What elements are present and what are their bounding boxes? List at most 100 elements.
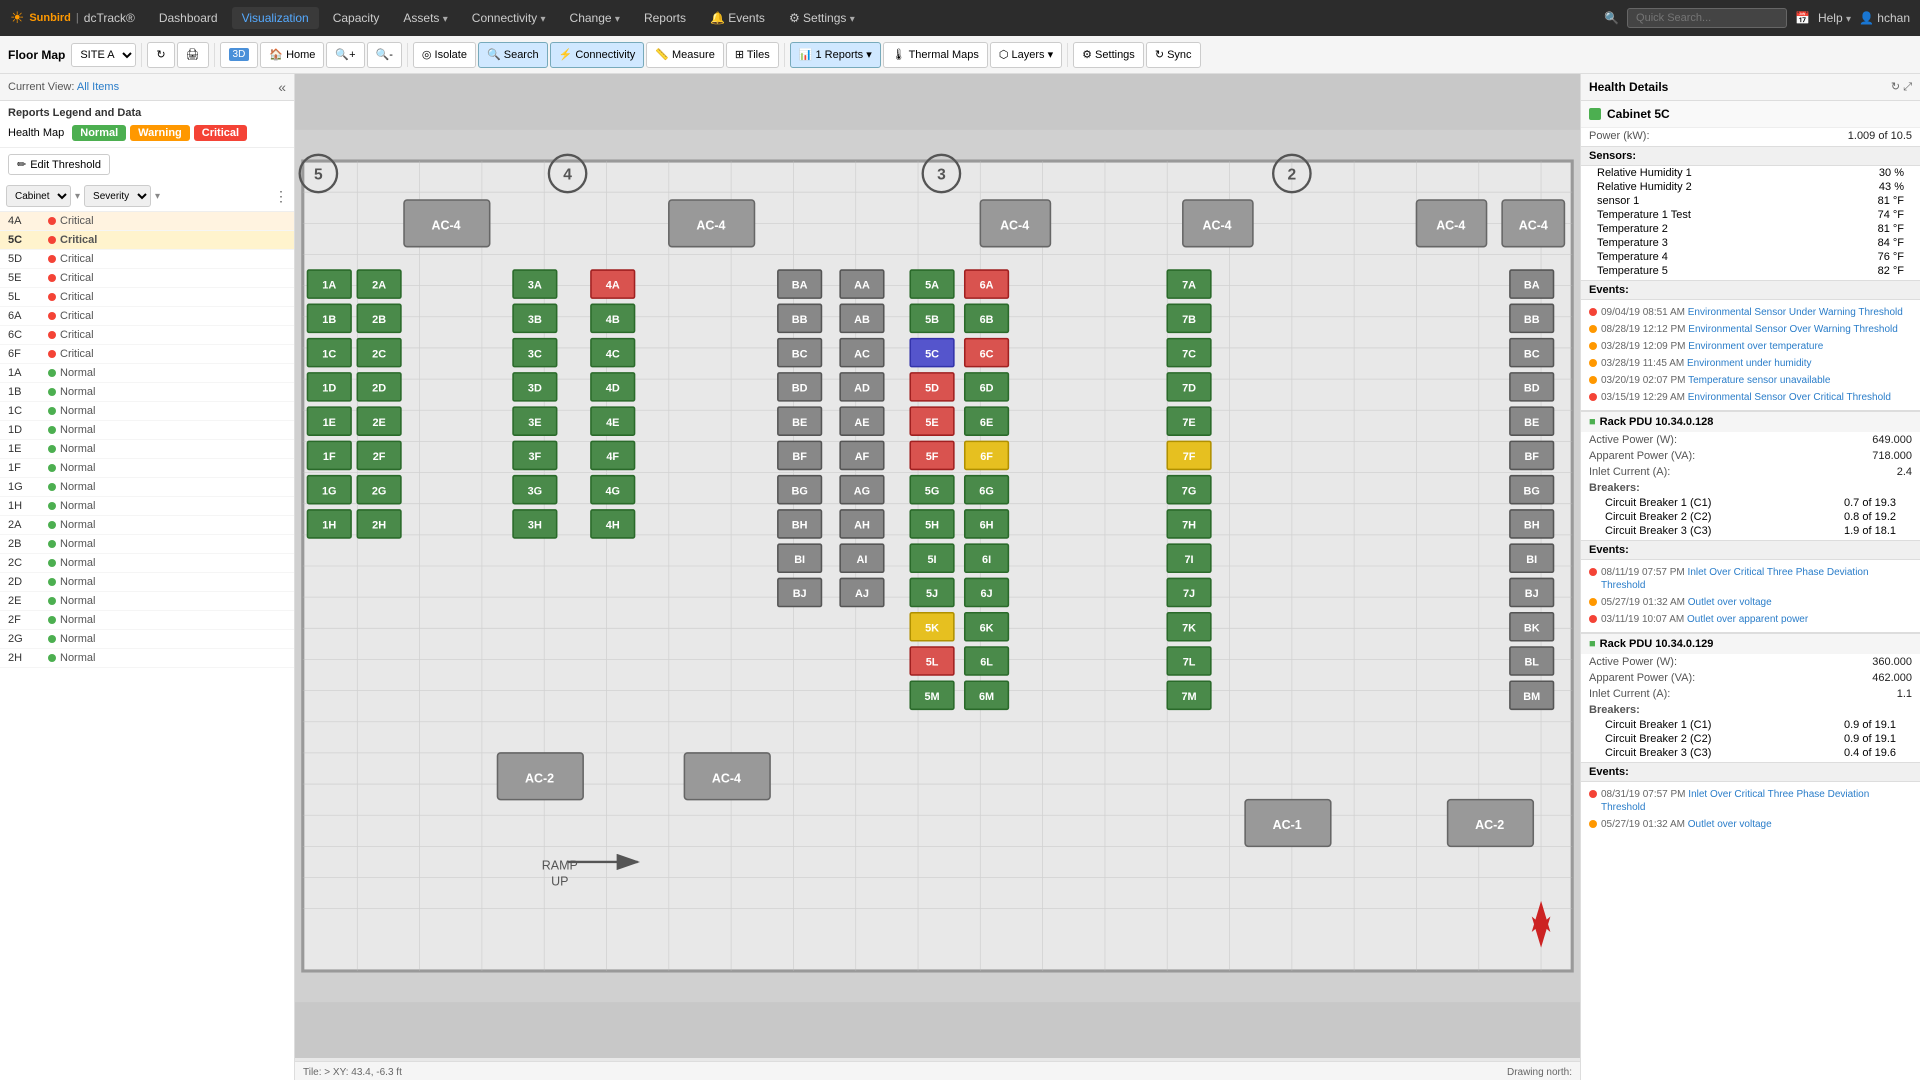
list-item[interactable]: 1D Normal: [0, 421, 294, 440]
nav-connectivity[interactable]: Connectivity ▾: [462, 7, 556, 29]
search-button[interactable]: 🔍 Search: [478, 42, 548, 68]
svg-text:7D: 7D: [1182, 383, 1196, 395]
list-item[interactable]: 5D Critical: [0, 250, 294, 269]
event-link[interactable]: Environmental Sensor Over Warning Thresh…: [1688, 324, 1898, 335]
help-button[interactable]: Help ▾: [1818, 11, 1851, 25]
nav-visualization[interactable]: Visualization: [232, 7, 319, 29]
user-menu[interactable]: 👤 hchan: [1859, 11, 1910, 25]
pdu1-header: ■ Rack PDU 10.34.0.128: [1581, 410, 1920, 432]
apparent-power-value: 718.000: [1872, 450, 1912, 462]
svg-text:6F: 6F: [980, 451, 993, 463]
svg-text:BB: BB: [792, 314, 808, 326]
list-item[interactable]: 5C Critical: [0, 231, 294, 250]
list-item[interactable]: 2D Normal: [0, 573, 294, 592]
list-item[interactable]: 1H Normal: [0, 497, 294, 516]
event-link[interactable]: Outlet over voltage: [1688, 819, 1772, 830]
event-link[interactable]: Environment over temperature: [1688, 341, 1823, 352]
list-item[interactable]: 1F Normal: [0, 459, 294, 478]
svg-text:AI: AI: [857, 554, 868, 566]
list-item[interactable]: 1G Normal: [0, 478, 294, 497]
tiles-button[interactable]: ⊞ Tiles: [726, 42, 779, 68]
list-item[interactable]: 6F Critical: [0, 345, 294, 364]
list-item[interactable]: 5L Critical: [0, 288, 294, 307]
connectivity-button[interactable]: ⚡ Connectivity: [550, 42, 645, 68]
svg-text:BG: BG: [1524, 485, 1540, 497]
measure-button[interactable]: 📏 Measure: [646, 42, 724, 68]
reports-button[interactable]: 📊 1 Reports ▾: [790, 42, 881, 68]
collapse-panel-button[interactable]: «: [278, 79, 286, 95]
app-logo[interactable]: ☀ Sunbird | dcTrack®: [10, 8, 135, 28]
cabinet-filter[interactable]: Cabinet: [6, 185, 71, 207]
list-item[interactable]: 6C Critical: [0, 326, 294, 345]
svg-text:3H: 3H: [528, 520, 542, 532]
drawing-north-label: Drawing north:: [1507, 1067, 1572, 1078]
nav-assets[interactable]: Assets ▾: [393, 7, 457, 29]
list-item[interactable]: 1A Normal: [0, 364, 294, 383]
inlet-current-label: Inlet Current (A):: [1589, 688, 1670, 700]
breaker-value: 1.9 of 18.1: [1844, 525, 1896, 537]
home-button[interactable]: 🏠 Home: [260, 42, 324, 68]
event-link[interactable]: Environmental Sensor Under Warning Thres…: [1688, 307, 1903, 318]
list-item[interactable]: 4A Critical: [0, 212, 294, 231]
layers-button[interactable]: ⬡ Layers ▾: [990, 42, 1062, 68]
calendar-icon[interactable]: 📅: [1795, 11, 1810, 25]
severity-filter[interactable]: Severity: [84, 185, 151, 207]
zoom-in-button[interactable]: 🔍+: [326, 42, 364, 68]
nav-reports[interactable]: Reports: [634, 7, 696, 29]
severity-indicator: [48, 350, 56, 358]
nav-change[interactable]: Change ▾: [560, 7, 630, 29]
event-link[interactable]: Environmental Sensor Over Critical Thres…: [1688, 392, 1891, 403]
list-item[interactable]: 1B Normal: [0, 383, 294, 402]
svg-text:7A: 7A: [1182, 280, 1196, 292]
list-item[interactable]: 2E Normal: [0, 592, 294, 611]
floor-map-svg[interactable]: 5 4 3 2 AC-4 AC-4 AC-4 AC-4 AC-4 AC-4 1A: [295, 74, 1580, 1058]
svg-text:BG: BG: [791, 485, 807, 497]
nav-settings[interactable]: ⚙ Settings ▾: [779, 7, 865, 29]
severity-indicator: [48, 312, 56, 320]
quick-search-input[interactable]: [1627, 8, 1787, 28]
print-button[interactable]: 🖨: [177, 42, 209, 68]
list-item[interactable]: 1C Normal: [0, 402, 294, 421]
nav-dashboard[interactable]: Dashboard: [149, 7, 228, 29]
list-item[interactable]: 2A Normal: [0, 516, 294, 535]
list-item[interactable]: 1E Normal: [0, 440, 294, 459]
event-link[interactable]: Outlet over apparent power: [1687, 614, 1808, 625]
list-item[interactable]: 5E Critical: [0, 269, 294, 288]
svg-text:7K: 7K: [1182, 622, 1196, 634]
svg-text:6I: 6I: [982, 554, 991, 566]
nav-right-area: 🔍 📅 Help ▾ 👤 hchan: [1604, 8, 1910, 28]
svg-text:BI: BI: [1526, 554, 1537, 566]
event-link[interactable]: Outlet over voltage: [1688, 597, 1772, 608]
refresh-button[interactable]: ↻: [147, 42, 174, 68]
current-view-link[interactable]: All Items: [77, 81, 119, 93]
floor-map-area[interactable]: 5 4 3 2 AC-4 AC-4 AC-4 AC-4 AC-4 AC-4 1A: [295, 74, 1580, 1080]
list-item[interactable]: 2C Normal: [0, 554, 294, 573]
list-item[interactable]: 6A Critical: [0, 307, 294, 326]
nav-events[interactable]: 🔔 Events: [700, 7, 775, 29]
isolate-button[interactable]: ◎ Isolate: [413, 42, 476, 68]
site-selector[interactable]: SITE A: [71, 43, 136, 67]
svg-text:6D: 6D: [980, 383, 994, 395]
list-item[interactable]: 2H Normal: [0, 649, 294, 668]
thermal-maps-button[interactable]: 🌡 Thermal Maps: [883, 42, 988, 68]
filter-menu-button[interactable]: ⋮: [274, 188, 288, 205]
3d-button[interactable]: 3D: [220, 42, 259, 68]
power-row: Power (kW): 1.009 of 10.5: [1581, 128, 1920, 144]
right-panel-header: Health Details ↻ ⤢: [1581, 74, 1920, 101]
svg-text:BC: BC: [792, 348, 808, 360]
event-link[interactable]: Temperature sensor unavailable: [1688, 375, 1830, 386]
event-text: 03/20/19 02:07 PM Temperature sensor una…: [1601, 374, 1830, 387]
list-item[interactable]: 2F Normal: [0, 611, 294, 630]
event-link[interactable]: Environment under humidity: [1687, 358, 1812, 369]
severity-text: Normal: [60, 500, 95, 512]
list-item[interactable]: 2G Normal: [0, 630, 294, 649]
expand-panel-button[interactable]: ↻ ⤢: [1891, 80, 1912, 94]
zoom-out-button[interactable]: 🔍-: [367, 42, 402, 68]
badge-normal: Normal: [72, 125, 126, 141]
sync-button[interactable]: ↻ Sync: [1146, 42, 1201, 68]
settings-button[interactable]: ⚙ Settings: [1073, 42, 1144, 68]
list-item[interactable]: 2B Normal: [0, 535, 294, 554]
edit-threshold-button[interactable]: ✏ Edit Threshold: [8, 154, 110, 175]
svg-text:AC-4: AC-4: [432, 219, 461, 233]
nav-capacity[interactable]: Capacity: [323, 7, 390, 29]
